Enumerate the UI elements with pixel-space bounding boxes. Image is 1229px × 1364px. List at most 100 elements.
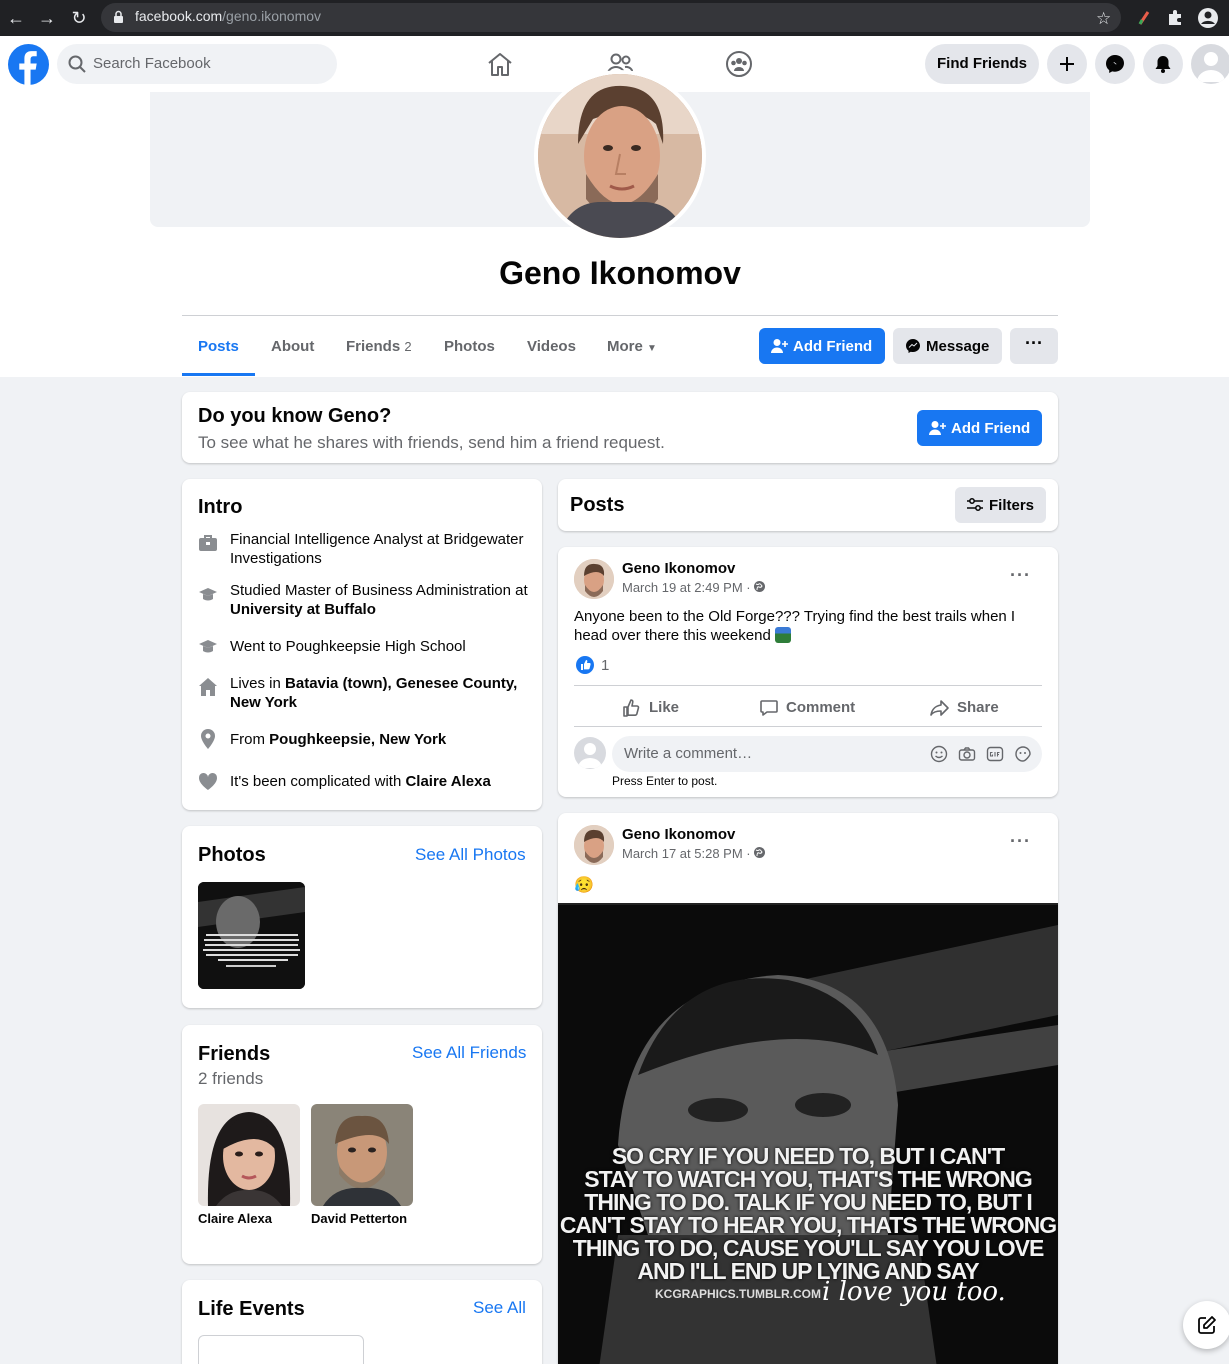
post-timestamp[interactable]: March 17 at 5:28 PM · (622, 846, 751, 861)
tab-more[interactable]: More ▼ (607, 338, 657, 355)
post-options-icon[interactable]: ··· (1010, 565, 1031, 586)
intro-title: Intro (198, 496, 243, 518)
life-event-tile[interactable] (198, 1335, 364, 1364)
intro-lives-in-text: Lives in (230, 675, 286, 692)
post-options-icon[interactable]: ··· (1010, 831, 1031, 852)
add-friend-label: Add Friend (793, 338, 873, 355)
post-time: March 17 at 5:28 PM · (622, 846, 751, 861)
location-pin-icon (198, 729, 218, 749)
sticker-icon[interactable] (1014, 745, 1032, 763)
forward-arrow-icon[interactable]: → (35, 6, 59, 30)
intro-education-school-link[interactable]: University at Buffalo (230, 601, 376, 618)
message-button[interactable]: Message (893, 328, 1002, 364)
post-author-avatar[interactable] (574, 825, 614, 865)
see-all-photos-link[interactable]: See All Photos (415, 845, 526, 865)
bookmark-star-icon[interactable]: ☆ (1096, 9, 1111, 29)
post-author-avatar[interactable] (574, 559, 614, 599)
filters-button[interactable]: Filters (955, 487, 1046, 523)
extension-pen-icon[interactable] (1137, 10, 1151, 26)
caret-down-icon: ▼ (647, 343, 657, 354)
comment-placeholder: Write a comment… (624, 745, 753, 762)
tab-videos[interactable]: Videos (527, 338, 576, 355)
tab-posts[interactable]: Posts (198, 338, 239, 355)
friend-photo[interactable] (198, 1104, 300, 1206)
reload-icon[interactable]: ↻ (67, 6, 91, 30)
friend-name[interactable]: Claire Alexa (198, 1211, 272, 1226)
friend-photo[interactable] (311, 1104, 413, 1206)
messenger-icon[interactable] (1095, 44, 1135, 84)
search-input[interactable]: Search Facebook (57, 44, 337, 84)
photo-thumbnail[interactable] (198, 882, 305, 989)
divider (182, 315, 1058, 316)
intro-from-link[interactable]: Poughkeepsie, New York (269, 731, 446, 748)
browser-toolbar: ← → ↻ facebook.com/geno.ikonomov ☆ (0, 0, 1229, 36)
account-avatar[interactable] (1191, 44, 1229, 84)
puzzle-extensions-icon[interactable] (1167, 9, 1184, 26)
new-message-button[interactable] (1183, 1301, 1229, 1349)
notifications-bell-icon[interactable] (1143, 44, 1183, 84)
intro-from: From Poughkeepsie, New York (230, 730, 530, 749)
filters-sliders-icon (967, 498, 983, 512)
like-reaction-icon[interactable] (576, 656, 594, 674)
intro-education-text: Studied Master of Business Administratio… (230, 582, 528, 599)
intro-relationship-link[interactable]: Claire Alexa (405, 773, 490, 790)
see-all-life-events-link[interactable]: See All (473, 1298, 526, 1318)
tab-more-label: More (607, 338, 643, 355)
add-friend-button-secondary[interactable]: Add Friend (917, 410, 1042, 446)
tab-about[interactable]: About (271, 338, 314, 355)
more-options-icon[interactable]: ··· (1010, 328, 1058, 364)
see-all-friends-link[interactable]: See All Friends (412, 1043, 526, 1063)
facebook-logo-icon[interactable] (8, 44, 49, 85)
post-text: Anyone been to the Old Forge??? Trying f… (574, 607, 1034, 645)
comment-input[interactable]: Write a comment… (612, 736, 1042, 772)
quote-line: STAY TO WATCH YOU, THAT'S THE WRONG (584, 1166, 1033, 1192)
search-placeholder: Search Facebook (93, 55, 211, 72)
comment-label: Comment (786, 699, 856, 716)
photos-card: Photos See All Photos (182, 826, 542, 1008)
find-friends-button[interactable]: Find Friends (925, 44, 1039, 84)
add-friend-button[interactable]: Add Friend (759, 328, 885, 364)
friends-count: 2 friends (198, 1069, 264, 1088)
life-events-card: Life Events See All (182, 1280, 542, 1364)
friend-name[interactable]: David Petterton (311, 1211, 407, 1226)
tab-photos[interactable]: Photos (444, 338, 495, 355)
groups-nav-icon[interactable] (725, 50, 753, 78)
post-image[interactable]: SO CRY IF YOU NEED TO, BUT I CAN'T STAY … (558, 903, 1058, 1364)
gif-icon[interactable] (986, 745, 1004, 763)
intro-high-school-text: Went to Poughkeepsie High School (230, 638, 466, 655)
post-timestamp[interactable]: March 19 at 2:49 PM · (622, 580, 751, 595)
filters-label: Filters (989, 497, 1035, 514)
friends-title: Friends (198, 1043, 271, 1065)
globe-icon (753, 846, 766, 859)
friends-card: Friends See All Friends 2 friends Claire… (182, 1025, 542, 1264)
create-plus-icon[interactable] (1047, 44, 1087, 84)
add-friend-icon (771, 338, 789, 354)
friend-request-card: Do you know Geno? To see what he shares … (182, 392, 1058, 463)
emoji-smile-icon[interactable] (930, 745, 948, 763)
profile-picture[interactable] (534, 70, 706, 242)
graduation-cap-icon (198, 585, 218, 605)
quote-line: SO CRY IF YOU NEED TO, BUT I CAN'T (611, 1143, 1005, 1169)
browser-profile-icon[interactable] (1197, 7, 1219, 29)
intro-lives-in: Lives in Batavia (town), Genesee County,… (230, 674, 530, 712)
heart-icon (198, 772, 218, 792)
tab-friends[interactable]: Friends 2 (346, 338, 412, 355)
back-arrow-icon[interactable]: ← (4, 6, 28, 30)
image-credit: KCGRAPHICS.TUMBLR.COM (655, 1287, 821, 1301)
reaction-count[interactable]: 1 (601, 657, 609, 674)
camera-icon[interactable] (958, 745, 976, 763)
post-author-name[interactable]: Geno Ikonomov (622, 560, 735, 577)
briefcase-icon (198, 533, 218, 553)
url-domain: facebook.com (135, 8, 223, 24)
post-time: March 19 at 2:49 PM · (622, 580, 751, 595)
post-image-quote: SO CRY IF YOU NEED TO, BUT I CAN'T STAY … (558, 1145, 1058, 1283)
quote-line: CAN'T STAY TO HEAR YOU, THATS THE WRONG (559, 1212, 1057, 1238)
intro-education: Studied Master of Business Administratio… (230, 581, 530, 619)
tab-friends-label: Friends (346, 338, 401, 355)
intro-work: Financial Intelligence Analyst at Bridge… (230, 530, 530, 568)
home-nav-icon[interactable] (486, 51, 514, 77)
profile-name: Geno Ikonomov (499, 255, 741, 291)
press-enter-hint: Press Enter to post. (612, 774, 718, 788)
add-friend-icon (929, 420, 947, 436)
post-author-name[interactable]: Geno Ikonomov (622, 826, 735, 843)
